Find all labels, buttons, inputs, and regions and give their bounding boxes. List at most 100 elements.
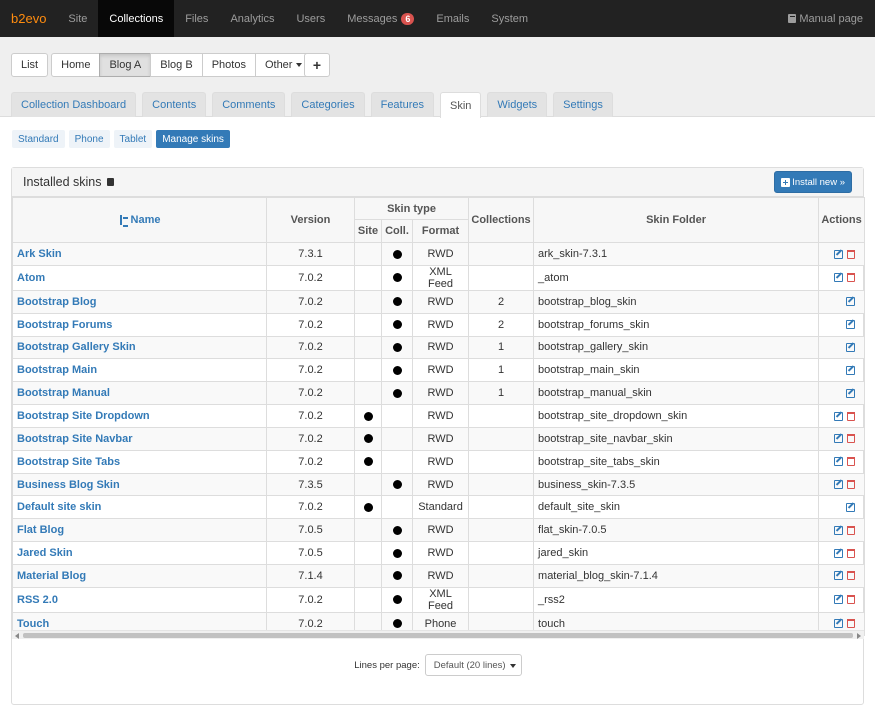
delete-icon[interactable] xyxy=(847,480,856,490)
skin-name-link[interactable]: Jared Skin xyxy=(12,541,267,565)
skin-name-link[interactable]: Bootstrap Site Tabs xyxy=(12,449,267,474)
delete-icon[interactable] xyxy=(847,571,856,581)
edit-icon[interactable] xyxy=(834,548,844,558)
collection-selector: List Home Blog A Blog B Photos Other xyxy=(11,53,313,77)
nav-analytics[interactable]: Analytics xyxy=(219,0,285,37)
site-type-cell xyxy=(354,264,382,291)
skin-name-link[interactable]: Material Blog xyxy=(12,563,267,588)
skin-name-link[interactable]: Bootstrap Forums xyxy=(12,312,267,337)
skin-name-link[interactable]: Flat Blog xyxy=(12,518,267,543)
collections-column-header[interactable]: Collections xyxy=(468,197,535,243)
install-new-button[interactable]: Install new » xyxy=(774,171,852,193)
coll-type-dot-icon xyxy=(392,249,402,259)
lines-per-page-select[interactable]: Default (20 lines) xyxy=(424,654,522,676)
skin-folder: jared_skin xyxy=(533,541,820,565)
subtab-tablet[interactable]: Tablet xyxy=(113,130,153,148)
coll-type-dot-icon xyxy=(392,343,402,353)
scroll-right-icon[interactable] xyxy=(857,633,861,639)
collection-blog-b-button[interactable]: Blog B xyxy=(150,53,203,77)
collection-tabs: Collection Dashboard Contents Comments C… xyxy=(11,92,619,118)
edit-icon[interactable] xyxy=(846,320,856,330)
row-actions xyxy=(818,426,866,451)
tab-features[interactable]: Features xyxy=(370,92,435,117)
subtab-standard[interactable]: Standard xyxy=(12,130,65,148)
edit-icon[interactable] xyxy=(834,595,844,605)
skin-name-link[interactable]: Default site skin xyxy=(12,495,267,520)
edit-icon[interactable] xyxy=(834,249,844,259)
collection-photos-button[interactable]: Photos xyxy=(201,53,256,77)
skin-name-link[interactable]: Bootstrap Site Navbar xyxy=(12,426,267,451)
delete-icon[interactable] xyxy=(847,434,856,444)
edit-icon[interactable] xyxy=(846,343,856,353)
delete-icon[interactable] xyxy=(847,548,856,558)
delete-icon[interactable] xyxy=(847,619,856,629)
edit-icon[interactable] xyxy=(846,297,856,307)
edit-icon[interactable] xyxy=(834,434,844,444)
edit-icon[interactable] xyxy=(846,365,856,375)
collection-home-button[interactable]: Home xyxy=(51,53,101,77)
skin-name-link[interactable]: RSS 2.0 xyxy=(12,586,267,613)
edit-icon[interactable] xyxy=(834,480,844,490)
subtab-phone[interactable]: Phone xyxy=(68,130,110,148)
skin-name-link[interactable]: Bootstrap Site Dropdown xyxy=(12,404,267,428)
skin-name-link[interactable]: Bootstrap Blog xyxy=(12,289,267,314)
subtab-manage-skins[interactable]: Manage skins xyxy=(156,130,230,148)
edit-icon[interactable] xyxy=(834,619,844,629)
nav-emails[interactable]: Emails xyxy=(425,0,480,37)
edit-icon[interactable] xyxy=(846,388,856,398)
coll-type-cell xyxy=(381,242,413,266)
tab-widgets[interactable]: Widgets xyxy=(487,92,548,117)
skin-name-link[interactable]: Business Blog Skin xyxy=(12,472,267,497)
edit-icon[interactable] xyxy=(834,571,844,581)
manual-page-link[interactable]: Manual page xyxy=(776,0,875,37)
installed-skins-panel: Installed skins Install new » Name Versi… xyxy=(11,167,866,705)
skin-folder-column-header[interactable]: Skin Folder xyxy=(533,197,820,243)
nav-files[interactable]: Files xyxy=(174,0,219,37)
delete-icon[interactable] xyxy=(847,595,856,605)
horizontal-scrollbar[interactable] xyxy=(12,630,864,639)
brand-logo[interactable]: b2evo xyxy=(0,0,57,37)
nav-system[interactable]: System xyxy=(480,0,539,37)
skin-folder: bootstrap_blog_skin xyxy=(533,289,820,314)
row-actions xyxy=(818,472,866,497)
delete-icon[interactable] xyxy=(847,273,856,283)
scroll-left-icon[interactable] xyxy=(15,633,19,639)
nav-users[interactable]: Users xyxy=(285,0,336,37)
nav-site[interactable]: Site xyxy=(57,0,98,37)
add-collection-button[interactable]: + xyxy=(304,53,330,77)
top-navbar: b2evo Site Collections Files Analytics U… xyxy=(0,0,875,37)
nav-messages[interactable]: Messages 6 xyxy=(336,0,425,37)
tab-comments[interactable]: Comments xyxy=(212,92,286,117)
skin-name-link[interactable]: Bootstrap Main xyxy=(12,358,267,383)
coll-type-cell xyxy=(381,518,413,543)
tab-categories[interactable]: Categories xyxy=(291,92,365,117)
tab-contents[interactable]: Contents xyxy=(142,92,207,117)
version-column-header[interactable]: Version xyxy=(266,197,355,243)
tab-settings[interactable]: Settings xyxy=(553,92,613,117)
nav-collections[interactable]: Collections xyxy=(98,0,175,37)
edit-icon[interactable] xyxy=(834,525,844,535)
actions-column-header: Actions xyxy=(818,197,866,243)
edit-icon[interactable] xyxy=(834,273,844,283)
skin-name-link[interactable]: Bootstrap Gallery Skin xyxy=(12,335,267,360)
name-column-header[interactable]: Name xyxy=(12,197,267,243)
edit-icon[interactable] xyxy=(846,502,856,512)
scrollbar-thumb[interactable] xyxy=(23,633,853,638)
skin-name-link[interactable]: Atom xyxy=(12,264,267,291)
manual-book-icon[interactable] xyxy=(106,178,114,186)
collection-blog-a-button[interactable]: Blog A xyxy=(99,53,152,77)
tab-skin[interactable]: Skin xyxy=(440,92,482,118)
delete-icon[interactable] xyxy=(847,411,856,421)
list-button[interactable]: List xyxy=(11,53,49,77)
edit-icon[interactable] xyxy=(834,457,844,467)
delete-icon[interactable] xyxy=(847,525,856,535)
delete-icon[interactable] xyxy=(847,457,856,467)
delete-icon[interactable] xyxy=(847,249,856,259)
skin-name-link[interactable]: Bootstrap Manual xyxy=(12,381,267,406)
tab-collection-dashboard[interactable]: Collection Dashboard xyxy=(11,92,137,117)
coll-type-cell xyxy=(381,335,413,360)
edit-icon[interactable] xyxy=(834,411,844,421)
skin-name-link[interactable]: Ark Skin xyxy=(12,242,267,266)
format-column-header[interactable]: Format xyxy=(411,219,470,243)
row-actions xyxy=(818,518,866,543)
